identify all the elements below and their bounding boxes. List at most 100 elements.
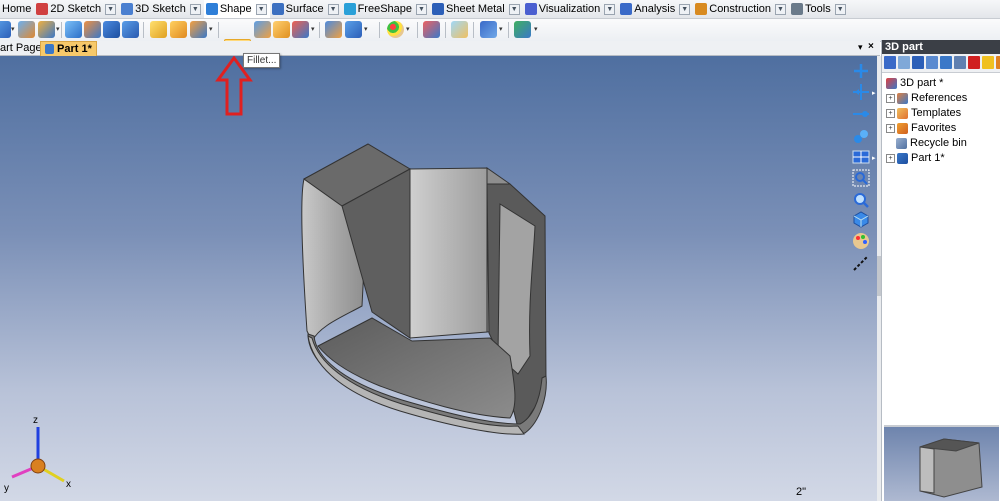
move-part-icon[interactable] <box>480 21 497 38</box>
block-icon[interactable] <box>84 21 101 38</box>
face-blend-dropdown-icon[interactable]: ▾ <box>311 26 315 33</box>
material-icon[interactable] <box>423 21 440 38</box>
view-plane-dropdown-icon[interactable]: ▸ <box>872 154 876 162</box>
shape-icon <box>205 3 218 15</box>
warning-icon[interactable] <box>982 56 994 69</box>
chamfer-tool-icon[interactable] <box>190 21 207 38</box>
move-axis-icon[interactable] <box>852 83 870 101</box>
expand-icon[interactable]: + <box>886 153 895 163</box>
tree-item-label: References <box>911 92 968 104</box>
chamfer-icon[interactable] <box>254 21 271 38</box>
menu-home[interactable]: Home <box>0 0 34 18</box>
tree-item-recycle-bin[interactable]: Recycle bin <box>896 136 967 150</box>
menu-2d-sketch-dropdown-icon[interactable]: ▼ <box>105 3 117 15</box>
move-axis-dropdown-icon[interactable]: ▸ <box>872 89 876 97</box>
menu-construction-dropdown-icon[interactable]: ▼ <box>775 3 787 15</box>
menu-visualization[interactable]: Visualization ▼ <box>523 0 619 18</box>
tree-item-references[interactable]: + References <box>886 91 967 105</box>
section-icon[interactable] <box>345 21 362 38</box>
section-dropdown-icon[interactable]: ▾ <box>364 26 368 33</box>
add-icon[interactable] <box>852 62 870 80</box>
layers-icon[interactable] <box>954 56 966 69</box>
zoom-icon[interactable] <box>852 191 870 209</box>
measure-line-icon[interactable] <box>852 254 870 272</box>
menu-analysis[interactable]: Analysis ▼ <box>618 0 693 18</box>
menu-sheet-metal[interactable]: Sheet Metal ▼ <box>430 0 523 18</box>
revolve-icon[interactable] <box>38 21 55 38</box>
flag-icon[interactable] <box>968 56 980 69</box>
close-icon[interactable]: × <box>868 41 874 52</box>
extrude-icon[interactable] <box>0 21 11 38</box>
menu-3d-sketch[interactable]: 3D Sketch ▼ <box>119 0 204 18</box>
menu-sheet-metal-dropdown-icon[interactable]: ▼ <box>508 3 520 15</box>
tree-item-favorites[interactable]: + Favorites <box>886 121 956 135</box>
move-part-dropdown-icon[interactable]: ▾ <box>499 26 503 33</box>
tree-item-3d-part[interactable]: 3D part * <box>886 76 943 90</box>
axis-triad[interactable]: z x y <box>4 411 84 501</box>
tools-icon <box>791 3 804 15</box>
menu-3d-sketch-dropdown-icon[interactable]: ▼ <box>189 3 201 15</box>
part-icon <box>897 152 908 164</box>
menu-sheet-metal-label: Sheet Metal <box>446 3 505 15</box>
expand-icon[interactable]: + <box>886 123 895 133</box>
panel-menu-icon[interactable] <box>996 56 1000 69</box>
shell-icon[interactable] <box>65 21 82 38</box>
tree-item-part-1[interactable]: + Part 1* <box>886 151 945 165</box>
menu-freeshape-dropdown-icon[interactable]: ▼ <box>416 3 428 15</box>
cone-icon[interactable] <box>122 21 139 38</box>
triball-dropdown-icon[interactable]: ▾ <box>534 26 538 33</box>
analysis-icon <box>620 3 633 15</box>
extrude-dropdown-icon[interactable]: ▾ <box>11 26 15 33</box>
filter-icon[interactable] <box>898 56 910 69</box>
view-plane-icon[interactable] <box>852 148 870 166</box>
tree-item-templates[interactable]: + Templates <box>886 106 961 120</box>
triad-center-icon <box>30 458 46 474</box>
tab-part-1[interactable]: Part 1* <box>40 41 97 56</box>
view-cube-icon[interactable] <box>852 210 870 228</box>
menu-visualization-dropdown-icon[interactable]: ▼ <box>604 3 616 15</box>
triball-icon[interactable] <box>514 21 531 38</box>
revolve-dropdown-icon[interactable]: ▾ <box>56 26 60 33</box>
solid-yellow-icon[interactable] <box>150 21 167 38</box>
palette-icon[interactable] <box>387 21 404 38</box>
toolbar-separator <box>218 22 219 38</box>
menu-freeshape-label: FreeShape <box>357 3 413 15</box>
boolean-icon[interactable] <box>325 21 342 38</box>
expand-icon[interactable]: + <box>886 108 895 118</box>
zoom-box-icon[interactable] <box>852 169 870 187</box>
tab-start-page[interactable]: art Page <box>0 41 46 55</box>
face-blend-icon[interactable] <box>292 21 309 38</box>
delete-icon[interactable] <box>912 56 924 69</box>
box-icon[interactable] <box>18 21 35 38</box>
tab-part-1-label: Part 1* <box>57 43 92 55</box>
select-tool-icon[interactable] <box>884 56 896 69</box>
menu-shape-label: Shape <box>219 3 252 15</box>
part-model[interactable] <box>0 56 877 501</box>
menu-tools[interactable]: Tools ▼ <box>789 0 849 18</box>
clipboard-icon[interactable] <box>451 21 468 38</box>
render-palette-icon[interactable] <box>852 232 870 250</box>
palette-dropdown-icon[interactable]: ▾ <box>406 26 410 33</box>
tab-list-dropdown-icon[interactable]: ▾ <box>858 42 863 53</box>
cylinder-icon[interactable] <box>103 21 120 38</box>
menu-analysis-dropdown-icon[interactable]: ▼ <box>679 3 691 15</box>
properties-icon[interactable] <box>940 56 952 69</box>
menu-surface-dropdown-icon[interactable]: ▼ <box>327 3 339 15</box>
menu-construction[interactable]: Construction ▼ <box>693 0 789 18</box>
draft-icon[interactable] <box>273 21 290 38</box>
chamfer-tool-dropdown-icon[interactable]: ▾ <box>209 26 213 33</box>
expand-icon[interactable]: + <box>886 93 895 103</box>
tree-item-label: Templates <box>911 107 962 119</box>
menu-2d-sketch[interactable]: 2D Sketch ▼ <box>34 0 119 18</box>
menu-tools-dropdown-icon[interactable]: ▼ <box>834 3 846 15</box>
3d-viewport[interactable]: z x y ▸ ▸ 2" <box>0 56 877 501</box>
menu-freeshape[interactable]: FreeShape ▼ <box>342 0 430 18</box>
wedge-icon[interactable] <box>170 21 187 38</box>
menu-shape-dropdown-icon[interactable]: ▼ <box>255 3 267 15</box>
sort-icon[interactable] <box>926 56 938 69</box>
menu-shape[interactable]: Shape ▼ <box>203 0 270 18</box>
menu-surface[interactable]: Surface ▼ <box>270 0 342 18</box>
orbit-icon[interactable] <box>852 127 870 145</box>
tree-item-label: Part 1* <box>911 152 945 164</box>
pan-icon[interactable] <box>852 105 870 123</box>
